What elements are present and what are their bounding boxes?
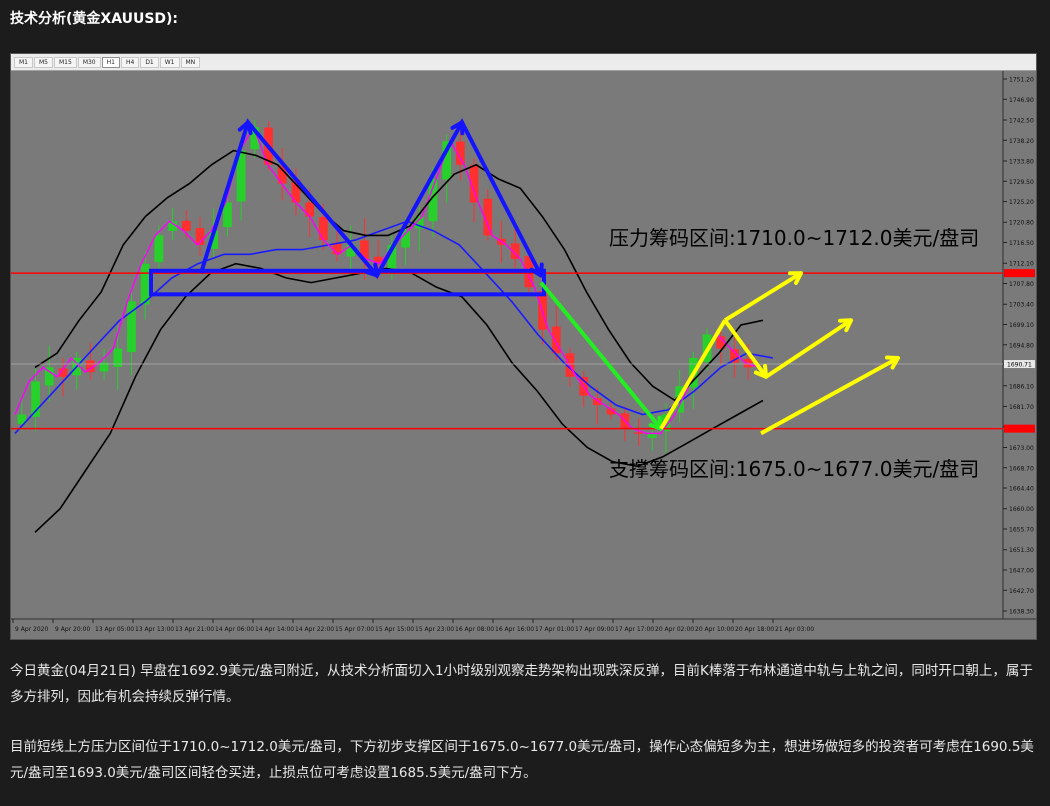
timeframe-d1[interactable]: D1 xyxy=(140,56,159,68)
x-tick-label: 20 Apr 18:00 xyxy=(735,626,774,633)
support-price-tag xyxy=(1004,424,1035,433)
x-tick-label: 9 Apr 2020 xyxy=(15,626,48,633)
candle-body xyxy=(634,432,643,434)
resistance-price-tag xyxy=(1004,269,1035,278)
timeframe-m30[interactable]: M30 xyxy=(77,56,101,68)
x-tick-label: 15 Apr 15:00 xyxy=(375,626,414,633)
y-tick-label: 1638.30 xyxy=(1009,609,1034,616)
y-tick-label: 1751.20 xyxy=(1009,77,1034,84)
candle-body xyxy=(305,202,315,217)
x-tick-label: 16 Apr 16:00 xyxy=(495,626,534,633)
support-zone-label: 支撑筹码区间:1675.0~1677.0美元/盘司 xyxy=(609,457,979,481)
analysis-paragraph-2: 目前短线上方压力区间位于1710.0~1712.0美元/盎司，下方初步支撑区间于… xyxy=(10,739,1034,781)
timeframe-m1[interactable]: M1 xyxy=(14,56,33,68)
timeframe-m15[interactable]: M15 xyxy=(54,56,77,68)
y-tick-label: 1738.20 xyxy=(1009,138,1034,145)
y-tick-label: 1647.00 xyxy=(1009,568,1034,575)
x-tick-label: 17 Apr 17:00 xyxy=(615,626,654,633)
y-tick-label: 1716.50 xyxy=(1009,240,1034,247)
x-tick-label: 17 Apr 09:00 xyxy=(575,626,614,633)
timeframe-w1[interactable]: W1 xyxy=(159,56,180,68)
y-tick-label: 1681.70 xyxy=(1009,404,1034,411)
x-tick-label: 13 Apr 21:00 xyxy=(175,626,214,633)
y-tick-label: 1729.50 xyxy=(1009,179,1034,186)
y-tick-label: 1651.30 xyxy=(1009,547,1034,554)
x-tick-label: 13 Apr 13:00 xyxy=(135,626,174,633)
y-tick-label: 1699.10 xyxy=(1009,322,1034,329)
projection-arrow xyxy=(723,271,803,322)
y-tick-label: 1720.80 xyxy=(1009,220,1034,227)
timeframe-toolbar: M1 M5 M15 M30 H1 H4 D1 W1 MN xyxy=(11,54,1036,71)
y-tick-label: 1673.00 xyxy=(1009,445,1034,452)
timeframe-h4[interactable]: H4 xyxy=(120,56,140,68)
analysis-paragraph-1: 今日黄金(04月21日) 早盘在1692.9美元/盎司附近，从技术分析面切入1小… xyxy=(10,663,1033,705)
y-tick-label: 1733.80 xyxy=(1009,158,1034,165)
current-price-label: 1690.71 xyxy=(1007,362,1032,369)
projection-arrow xyxy=(659,319,727,430)
y-tick-label: 1712.10 xyxy=(1009,261,1034,268)
candle-body xyxy=(318,217,328,241)
y-tick-label: 1725.20 xyxy=(1009,199,1034,206)
ma-fast-line xyxy=(14,125,760,435)
x-tick-label: 16 Apr 08:00 xyxy=(455,626,494,633)
y-tick-label: 1660.00 xyxy=(1009,506,1034,513)
resistance-zone-label: 压力筹码区间:1710.0~1712.0美元/盘司 xyxy=(609,226,979,250)
x-tick-label: 15 Apr 23:00 xyxy=(415,626,454,633)
y-tick-label: 1642.70 xyxy=(1009,588,1034,595)
x-tick-label: 14 Apr 06:00 xyxy=(215,626,254,633)
chart-plot: 1751.20 1746.90 1742.50 1738.20 1733.80 1729.… xyxy=(11,71,1036,633)
price-chart: M1 M5 M15 M30 H1 H4 D1 W1 MN 1751.20 1746… xyxy=(10,53,1037,640)
x-tick-label: 9 Apr 20:00 xyxy=(55,626,90,633)
x-tick-label: 20 Apr 10:00 xyxy=(695,626,734,633)
down-trend-arrow xyxy=(539,281,663,430)
candle-body xyxy=(181,220,191,231)
x-tick-label: 13 Apr 05:00 xyxy=(95,626,134,633)
projection-arrow xyxy=(760,356,899,436)
timeframe-m5[interactable]: M5 xyxy=(34,56,53,68)
candle-body xyxy=(154,235,164,263)
timeframe-h1[interactable]: H1 xyxy=(101,56,120,68)
y-tick-label: 1686.10 xyxy=(1009,383,1034,390)
y-tick-label: 1746.90 xyxy=(1009,97,1034,104)
x-tick-label: 15 Apr 07:00 xyxy=(335,626,374,633)
y-tick-label: 1655.70 xyxy=(1009,527,1034,534)
section-heading: 技术分析(黄金XAUUSD): xyxy=(10,11,179,27)
x-tick-label: 17 Apr 01:00 xyxy=(535,626,574,633)
x-tick-label: 14 Apr 22:00 xyxy=(295,626,334,633)
x-tick-label: 21 Apr 03:00 xyxy=(775,626,814,633)
projection-arrow xyxy=(764,318,853,379)
y-tick-label: 1707.80 xyxy=(1009,281,1034,288)
x-tick-label: 14 Apr 14:00 xyxy=(255,626,294,633)
y-tick-label: 1703.40 xyxy=(1009,302,1034,309)
y-tick-label: 1742.50 xyxy=(1009,117,1034,124)
x-tick-label: 20 Apr 02:00 xyxy=(655,626,694,633)
y-tick-label: 1664.40 xyxy=(1009,486,1034,493)
y-tick-label: 1694.80 xyxy=(1009,342,1034,349)
timeframe-mn[interactable]: MN xyxy=(180,56,201,68)
y-tick-label: 1668.70 xyxy=(1009,465,1034,472)
